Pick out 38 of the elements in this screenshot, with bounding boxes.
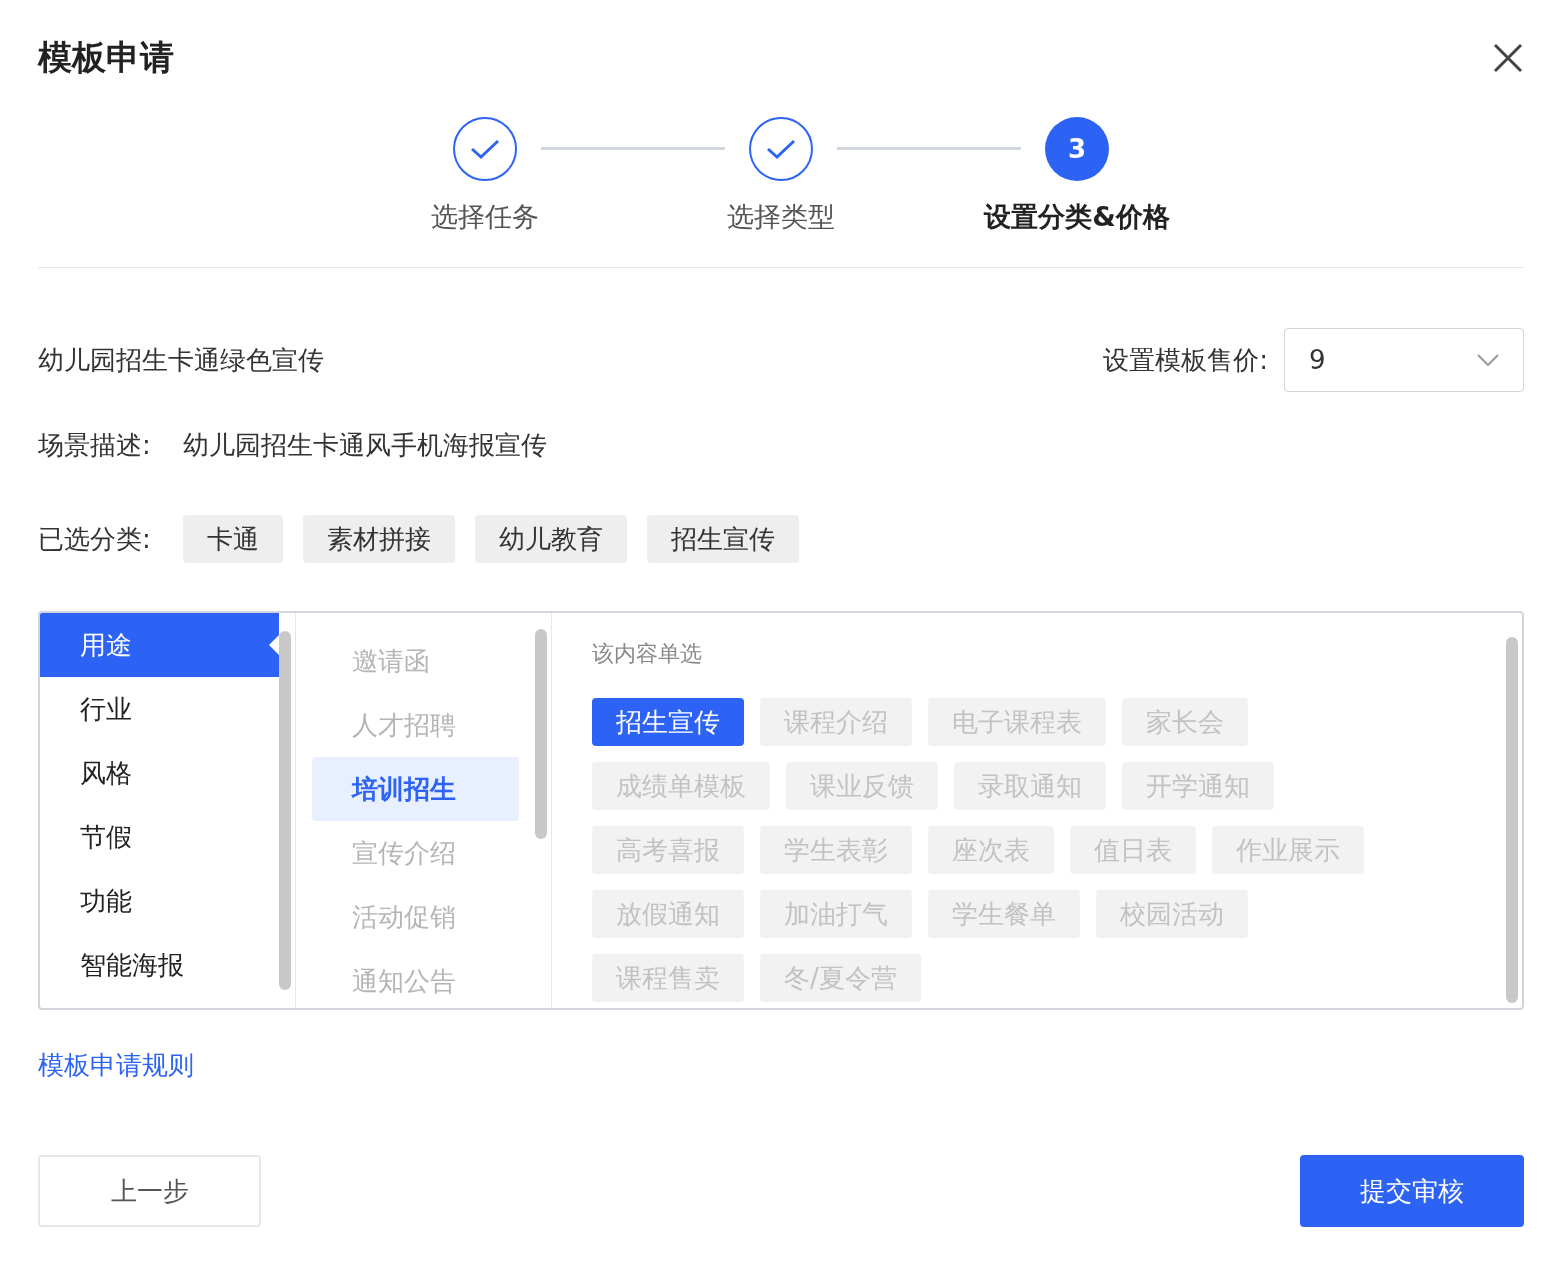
step-label: 设置分类&价格 xyxy=(984,200,1170,234)
description-label: 场景描述: xyxy=(38,429,151,462)
secondary-category-item[interactable]: 人才招聘 xyxy=(312,693,519,757)
secondary-category-item[interactable]: 通知公告 xyxy=(312,949,519,1008)
primary-category-item[interactable]: 智能海报 xyxy=(40,933,279,997)
price-label: 设置模板售价: xyxy=(1103,343,1268,377)
step-label: 选择类型 xyxy=(727,200,835,234)
secondary-category-item[interactable]: 活动促销 xyxy=(312,885,519,949)
close-icon[interactable] xyxy=(1492,41,1524,74)
scrollbar[interactable] xyxy=(535,629,547,839)
step-label: 选择任务 xyxy=(431,200,539,234)
categories-label: 已选分类: xyxy=(38,522,151,556)
option-chip[interactable]: 招生宣传 xyxy=(592,698,744,746)
back-button[interactable]: 上一步 xyxy=(38,1155,261,1227)
category-tag: 幼儿教育 xyxy=(474,515,627,563)
check-icon xyxy=(470,138,500,160)
category-tag: 卡通 xyxy=(182,515,283,563)
category-tag: 招生宣传 xyxy=(646,515,799,563)
hint-text: 该内容单选 xyxy=(592,640,703,668)
scrollbar[interactable] xyxy=(1506,637,1518,1003)
submit-button[interactable]: 提交审核 xyxy=(1300,1155,1524,1227)
dialog-title: 模板申请 xyxy=(38,36,174,79)
secondary-category-item[interactable]: 培训招生 xyxy=(312,757,519,821)
rules-link[interactable]: 模板申请规则 xyxy=(38,1046,194,1085)
primary-category-item[interactable]: 用途 xyxy=(40,613,279,677)
primary-category-item[interactable]: 功能 xyxy=(40,869,279,933)
primary-category-item[interactable]: 风格 xyxy=(40,741,279,805)
secondary-category-item[interactable]: 宣传介绍 xyxy=(312,821,519,885)
primary-category-item[interactable]: 节假 xyxy=(40,805,279,869)
scrollbar[interactable] xyxy=(279,631,291,990)
check-icon xyxy=(766,138,796,160)
category-tag: 素材拼接 xyxy=(302,515,455,563)
secondary-category-item[interactable]: 邀请函 xyxy=(312,629,519,693)
description-text: 幼儿园招生卡通风手机海报宣传 xyxy=(182,429,547,462)
template-name: 幼儿园招生卡通绿色宣传 xyxy=(38,343,324,377)
primary-category-item[interactable]: 行业 xyxy=(40,677,279,741)
chevron-down-icon xyxy=(1477,354,1499,366)
price-dropdown[interactable]: 9 xyxy=(1284,328,1524,392)
